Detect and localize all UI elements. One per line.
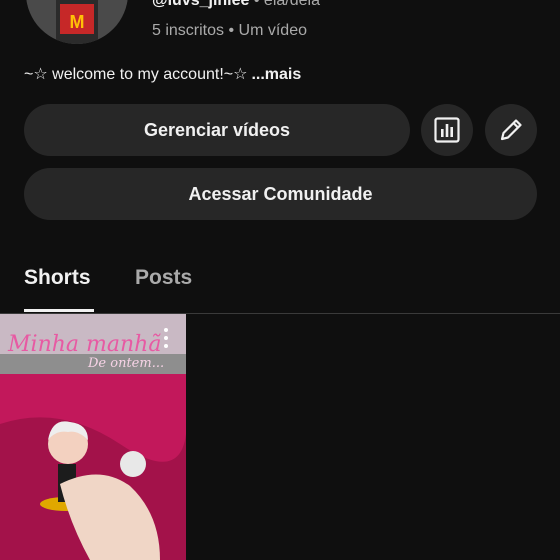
handle-text: @luvs_jinlee: [152, 0, 250, 9]
pencil-icon: [500, 119, 522, 141]
dot: [164, 328, 168, 332]
edit-channel-button[interactable]: [485, 104, 537, 156]
pronouns-text: • ela/dela: [249, 0, 320, 9]
short-overlay-subtitle: De ontem...: [88, 356, 165, 371]
community-button[interactable]: Acessar Comunidade: [24, 168, 537, 220]
channel-bio[interactable]: ~☆ welcome to my account!~☆ ...mais: [24, 64, 301, 84]
dot: [164, 344, 168, 348]
bio-text: ~☆ welcome to my account!~☆: [24, 66, 248, 83]
bar-chart-icon: [434, 117, 460, 143]
bio-more-link[interactable]: ...mais: [251, 66, 301, 83]
channel-handle: @luvs_jinlee • ela/dela: [152, 0, 320, 10]
channel-avatar[interactable]: M: [26, 0, 128, 44]
tab-shorts[interactable]: Shorts: [24, 266, 91, 290]
channel-stats: 5 inscritos • Um vídeo: [152, 22, 307, 39]
tab-posts[interactable]: Posts: [135, 266, 192, 290]
manage-videos-button[interactable]: Gerenciar vídeos: [24, 104, 410, 156]
analytics-button[interactable]: [421, 104, 473, 156]
dot: [164, 336, 168, 340]
svg-text:M: M: [70, 12, 85, 32]
active-tab-indicator: [24, 309, 94, 312]
short-overlay-title: Minha manhã: [8, 332, 162, 357]
short-more-options-button[interactable]: [158, 328, 174, 348]
